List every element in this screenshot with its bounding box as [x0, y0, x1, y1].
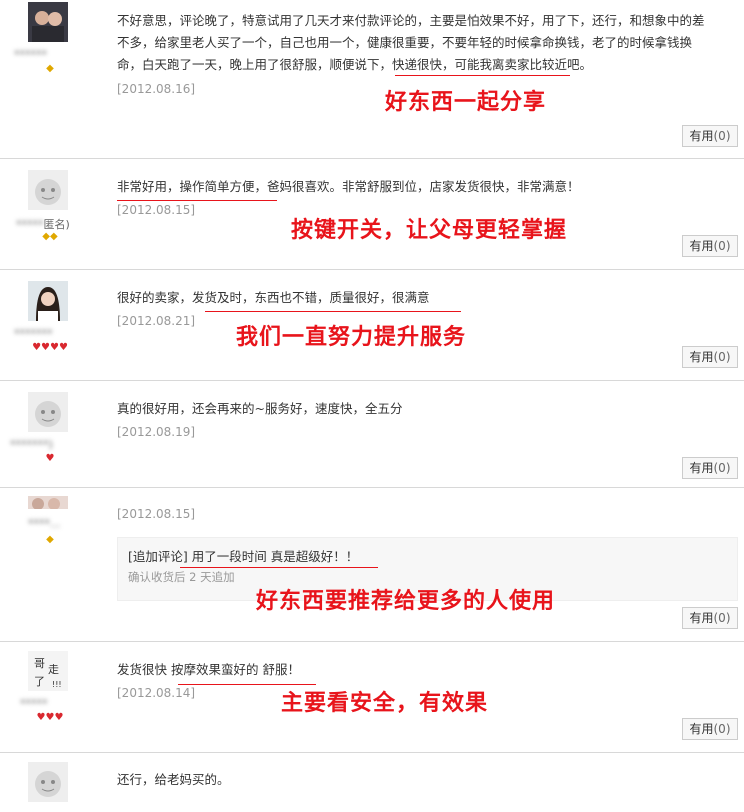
- review-item: 还行，给老妈买的。: [0, 752, 744, 812]
- default-avatar-icon[interactable]: [28, 762, 68, 802]
- review-item: 哥走了!!! ***** ♥♥♥ 发货很快 按摩效果蛮好的 舒服！ [2012.…: [0, 641, 744, 753]
- useful-button[interactable]: 有用(0): [682, 457, 738, 479]
- buyer-level-icon: ◆: [46, 534, 54, 545]
- user-name[interactable]: ******: [14, 48, 47, 61]
- svg-text:走: 走: [48, 663, 59, 676]
- review-content: 发货很快 按摩效果蛮好的 舒服！: [117, 662, 300, 677]
- user-name[interactable]: ****...: [28, 517, 61, 530]
- svg-text:!!!: !!!: [52, 680, 62, 689]
- user-avatar[interactable]: [28, 495, 68, 509]
- svg-text:了: 了: [34, 675, 45, 688]
- useful-button[interactable]: 有用(0): [682, 607, 738, 629]
- review-content: 很好的卖家，发货及时，东西也不错，质量很好，很满意: [117, 290, 430, 305]
- user-name[interactable]: *****匿名): [16, 216, 70, 232]
- review-item: ****... ◆ [2012.08.15] [追加评论] 用了一段时间 真是超…: [0, 487, 744, 642]
- buyer-level-icon: ◆◆: [42, 231, 58, 242]
- user-name[interactable]: *******: [14, 327, 53, 340]
- buyer-level-icon: ♥♥♥♥: [32, 342, 68, 353]
- review-item: *****匿名) ◆◆ 非常好用，操作简单方便，爸妈很喜欢。非常舒服到位，店家发…: [0, 158, 744, 270]
- buyer-level-icon: ◆: [46, 63, 54, 74]
- annotation-text: 主要看安全，有效果: [281, 691, 489, 716]
- append-review-text: [追加评论] 用了一段时间 真是超级好！！: [128, 549, 359, 564]
- review-item: ****** ◆ 不好意思，评论晚了，特意试用了几天才来付款评论的，主要是怕效果…: [0, 0, 744, 159]
- annotation-underline: [117, 200, 277, 201]
- user-name[interactable]: *******): [10, 438, 53, 451]
- review-content: 非常好用，操作简单方便，爸妈很喜欢。非常舒服到位，店家发货很快，非常满意！: [117, 179, 580, 194]
- useful-button[interactable]: 有用(0): [682, 125, 738, 147]
- buyer-level-icon: ♥: [45, 453, 55, 464]
- annotation-text: 按键开关，让父母更轻掌握: [291, 218, 568, 243]
- useful-button[interactable]: 有用(0): [682, 718, 738, 740]
- review-date: [2012.08.15]: [117, 507, 196, 521]
- useful-button[interactable]: 有用(0): [682, 346, 738, 368]
- user-name[interactable]: *****: [20, 697, 48, 710]
- review-item: *******) ♥ 真的很好用，还会再来的~服务好，速度快，全五分 [2012…: [0, 380, 744, 488]
- review-content: 还行，给老妈买的。: [117, 772, 230, 787]
- user-avatar[interactable]: [28, 2, 68, 42]
- buyer-level-icon: ♥♥♥: [36, 712, 64, 723]
- user-avatar[interactable]: 哥走了!!!: [28, 651, 68, 691]
- annotation-underline: [205, 311, 461, 312]
- useful-button[interactable]: 有用(0): [682, 235, 738, 257]
- review-content: 真的很好用，还会再来的~服务好，速度快，全五分: [117, 401, 403, 416]
- review-item: ******* ♥♥♥♥ 很好的卖家，发货及时，东西也不错，质量很好，很满意 […: [0, 269, 744, 381]
- annotation-text: 好东西要推荐给更多的人使用: [256, 589, 556, 614]
- annotation-underline: [180, 567, 378, 568]
- default-avatar-icon[interactable]: [28, 170, 68, 210]
- user-avatar[interactable]: [28, 281, 68, 321]
- annotation-text: 我们一直努力提升服务: [236, 325, 467, 350]
- review-content: 不好意思，评论晚了，特意试用了几天才来付款评论的，主要是怕效果不好，用了下，还行…: [117, 13, 705, 72]
- default-avatar-icon[interactable]: [28, 392, 68, 432]
- svg-text:哥: 哥: [34, 657, 45, 670]
- annotation-text: 好东西一起分享: [385, 90, 547, 115]
- review-date: [2012.08.19]: [117, 425, 196, 439]
- annotation-underline: [395, 75, 570, 76]
